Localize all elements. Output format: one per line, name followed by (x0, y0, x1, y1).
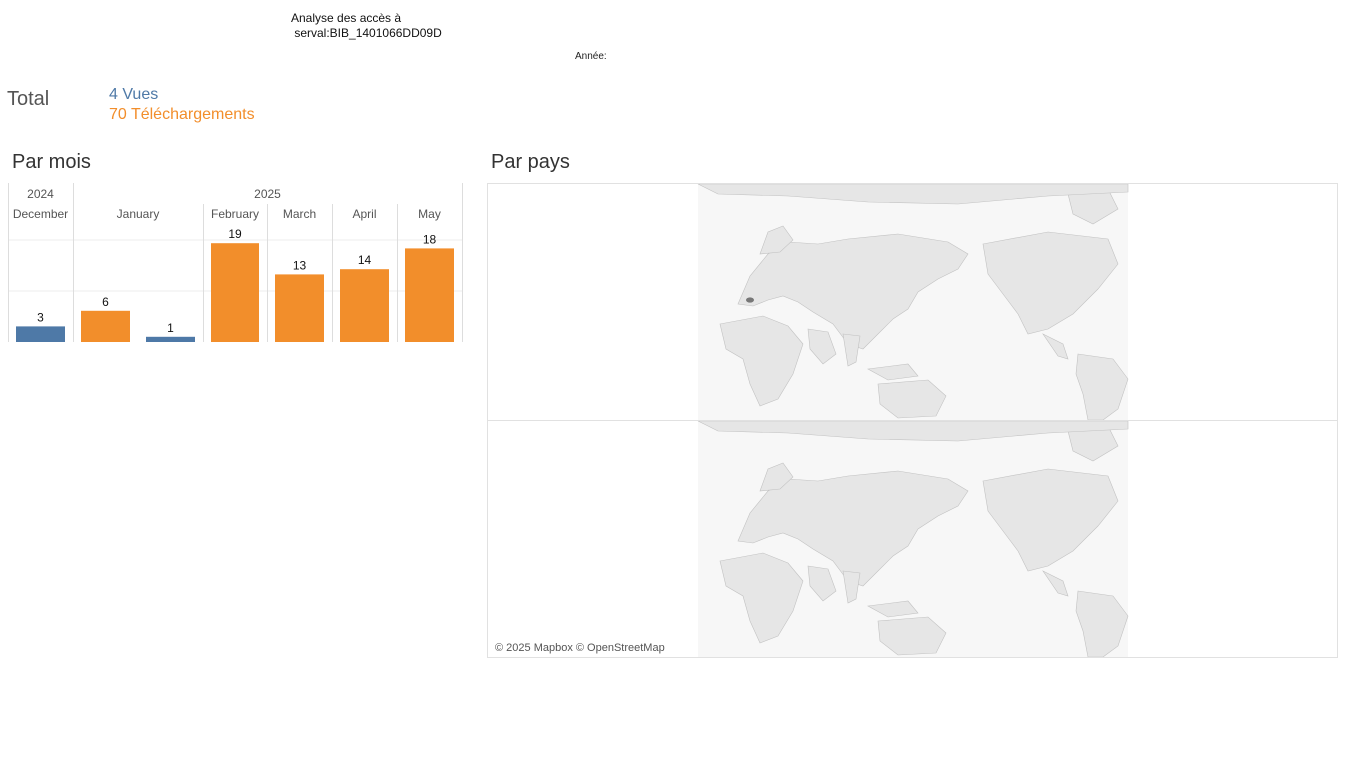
bar-value-label: 3 (37, 310, 44, 324)
year-filter-label[interactable]: Année: (575, 51, 607, 62)
map-views-panel[interactable] (488, 184, 1337, 420)
bar-value-label: 18 (423, 232, 437, 246)
world-map-downloads (697, 421, 1129, 657)
bar (146, 336, 195, 342)
month-header: April (352, 207, 376, 221)
total-downloads: 70 Téléchargements (109, 106, 255, 123)
bar-value-label: 14 (358, 253, 372, 267)
bar (405, 248, 454, 342)
monthly-bar-chart: 2024 2025 December January February March Apri… (8, 183, 463, 342)
total-label: Total (7, 88, 50, 110)
bar (81, 310, 130, 342)
year-header: 2025 (254, 187, 281, 201)
bar (16, 326, 65, 342)
year-header: 2024 (27, 187, 54, 201)
total-views: 4 Vues (109, 86, 159, 103)
page-title: Analyse des accès à serval:BIB_1401066DD… (291, 11, 442, 40)
bar (275, 274, 324, 342)
bar (211, 243, 259, 342)
month-header: December (13, 207, 68, 221)
bar-value-label: 13 (293, 258, 307, 272)
world-map-views (697, 184, 1129, 420)
month-header: May (418, 207, 441, 221)
by-month-title: Par mois (12, 151, 91, 173)
month-header: March (283, 207, 316, 221)
bar (340, 269, 389, 342)
bar-value-label: 1 (167, 321, 174, 335)
map-downloads-panel[interactable] (488, 421, 1337, 657)
highlighted-country-switzerland[interactable] (746, 297, 754, 303)
bar-value-label: 6 (102, 295, 109, 309)
map-attribution[interactable]: © 2025 Mapbox © OpenStreetMap (495, 642, 665, 654)
bar-value-label: 19 (228, 227, 242, 241)
month-header: January (117, 207, 160, 221)
month-header: February (211, 207, 259, 221)
by-country-title: Par pays (491, 151, 570, 173)
country-map[interactable]: © 2025 Mapbox © OpenStreetMap (487, 183, 1338, 658)
